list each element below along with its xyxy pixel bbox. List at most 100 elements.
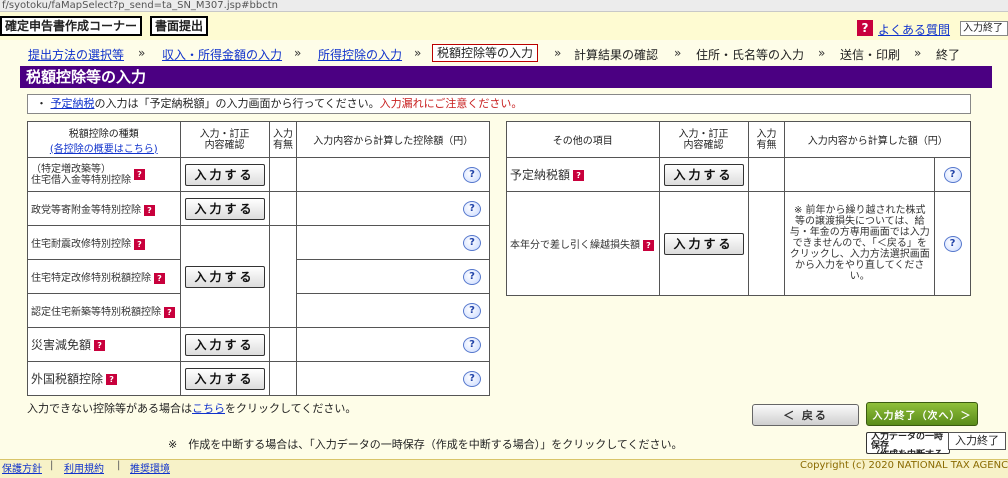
col-header-confirm: 入力・訂正 内容確認 xyxy=(658,121,749,158)
calc-help-icon[interactable]: ? xyxy=(463,268,481,285)
col-header-amount: 入力内容から計算した控除額（円） xyxy=(296,121,490,158)
help-mark-icon[interactable]: ? xyxy=(106,374,118,385)
row-label: （特定増改築等） 住宅借入金等特別控除? xyxy=(27,157,181,192)
step-income[interactable]: 収入・所得金額の入力 xyxy=(162,46,282,63)
row-label-text: 本年分で差し引く繰越損失額 xyxy=(510,240,640,251)
amount-cell: ? xyxy=(296,327,490,362)
step-finish: 終了 xyxy=(936,48,961,62)
notice-warning: 入力漏れにご注意ください。 xyxy=(379,97,523,110)
row-label-text: 住宅特定改修特別税額控除 xyxy=(31,273,151,284)
presence-cell xyxy=(268,361,298,396)
footnote-text: をクリックしてください。 xyxy=(225,402,357,415)
step-result: 計算結果の確認 xyxy=(574,48,659,62)
back-button[interactable]: ＜ 戻る xyxy=(752,404,859,426)
step-submission-method[interactable]: 提出方法の選択等 xyxy=(28,46,124,63)
help-mark-icon[interactable]: ? xyxy=(144,204,155,216)
notice-bullet: ・ xyxy=(36,97,47,110)
faq-link[interactable]: よくある質問 xyxy=(878,21,950,38)
click-here-link[interactable]: こちら xyxy=(192,402,225,415)
input-cell: 入力する xyxy=(658,157,749,192)
input-cell: 入力する xyxy=(179,191,270,226)
calc-help-icon[interactable]: ? xyxy=(463,166,481,183)
input-button-housing-loan[interactable]: 入力する xyxy=(184,163,265,186)
input-cell: 入力する xyxy=(179,225,270,328)
step-arrow: » xyxy=(414,46,422,60)
amount-cell xyxy=(784,157,936,192)
step-arrow: » xyxy=(554,46,562,60)
help-icon[interactable]: ? xyxy=(857,20,873,36)
calc-help-icon[interactable]: ? xyxy=(463,370,481,387)
address-bar[interactable]: f/syotoku/faMapSelect?p_send=ta_SN_M307.… xyxy=(0,0,1008,12)
step-send-print: 送信・印刷 xyxy=(840,48,901,62)
tooltip: 入力終了 xyxy=(948,432,1006,450)
calc-help-icon[interactable]: ? xyxy=(463,200,481,217)
finish-next-button[interactable]: 入力終了（次へ）＞ xyxy=(866,402,978,426)
calc-help-icon[interactable]: ? xyxy=(943,235,962,252)
help-mark-icon[interactable]: ? xyxy=(94,340,106,351)
notice-box: ・ 予定納税の入力は「予定納税額」の入力画面から行ってください。入力漏れにご注意… xyxy=(27,94,971,114)
col-header-confirm: 入力・訂正 内容確認 xyxy=(179,121,270,158)
calc-cell: ? xyxy=(934,191,971,296)
url-text: f/syotoku/faMapSelect?p_send=ta_SN_M307.… xyxy=(2,0,278,11)
calc-cell: ? xyxy=(934,157,971,192)
input-button-prepaid-tax[interactable]: 入力する xyxy=(663,163,744,186)
row-label: 政党等寄附金等特別控除? xyxy=(27,191,181,226)
help-mark-icon[interactable]: ? xyxy=(134,238,145,250)
row-label: 本年分で差し引く繰越損失額? xyxy=(506,191,660,296)
footer-link-environment[interactable]: 推奨環境 xyxy=(130,460,170,475)
faq-search-box[interactable]: 入力終了 xyxy=(960,21,1008,36)
temp-save-button[interactable]: 入力データの一時保存 （作成を中断する場合） xyxy=(866,432,950,454)
amount-cell: ? xyxy=(296,157,490,192)
calc-help-icon[interactable]: ? xyxy=(943,166,962,183)
presence-cell xyxy=(268,191,298,226)
input-button-disaster-relief[interactable]: 入力する xyxy=(184,333,265,356)
calc-help-icon[interactable]: ? xyxy=(463,336,481,353)
table-row: 外国税額控除? 入力する ? xyxy=(27,361,490,396)
row-label: 外国税額控除? xyxy=(27,361,181,396)
calc-help-icon[interactable]: ? xyxy=(463,302,481,319)
top-header: 確定申告書作成コーナー 書面提出 ? よくある質問 入力終了 xyxy=(0,12,1008,40)
help-mark-icon[interactable]: ? xyxy=(643,239,654,251)
help-mark-icon[interactable]: ? xyxy=(134,169,145,180)
row-label: 災害減免額? xyxy=(27,327,181,362)
table-row: 政党等寄附金等特別控除? 入力する ? xyxy=(27,191,490,226)
help-mark-icon[interactable]: ? xyxy=(154,272,165,284)
input-button-carryover-loss[interactable]: 入力する xyxy=(663,232,744,255)
row-label-text: 災害減免額 xyxy=(31,338,92,352)
row-label-text: 外国税額控除 xyxy=(31,372,104,386)
corner-title-button[interactable]: 確定申告書作成コーナー xyxy=(0,16,143,36)
footer-link-privacy[interactable]: 保護方針 xyxy=(2,460,42,475)
presence-cell xyxy=(268,225,298,328)
footer-separator: | xyxy=(50,460,54,471)
input-button-housing-renovation[interactable]: 入力する xyxy=(184,265,265,288)
col-header-item: その他の項目 xyxy=(506,121,660,158)
help-mark-icon[interactable]: ? xyxy=(164,306,175,318)
paper-submit-button[interactable]: 書面提出 xyxy=(150,16,209,36)
footer: 保護方針 | 利用規約 | 推奨環境 Copyright (c) 2020 NA… xyxy=(0,459,1008,478)
row-label: 認定住宅新築等特別税額控除? xyxy=(27,293,181,328)
col-header-type: 税額控除の種類 (各控除の概要はこちら) xyxy=(27,121,181,158)
input-cell: 入力する xyxy=(658,191,749,296)
header-text: 税額控除の種類 xyxy=(68,128,139,140)
help-mark-icon[interactable]: ? xyxy=(573,170,585,181)
col-header-presence: 入力 有無 xyxy=(747,121,786,158)
input-button-foreign-tax[interactable]: 入力する xyxy=(184,367,265,390)
other-items-table: その他の項目 入力・訂正 内容確認 入力 有無 入力内容から計算した額（円） 予… xyxy=(506,121,971,296)
footer-separator: | xyxy=(117,460,121,471)
row-label: 予定納税額? xyxy=(506,157,660,192)
table-row: 災害減免額? 入力する ? xyxy=(27,327,490,362)
step-deductions[interactable]: 所得控除の入力 xyxy=(318,46,402,63)
carryover-note: ※ 前年から繰り越された株式等の譲渡損失については、給与・年金の方専用画面では入… xyxy=(784,191,936,296)
calc-help-icon[interactable]: ? xyxy=(463,234,481,251)
table-row: （特定増改築等） 住宅借入金等特別控除? 入力する ? xyxy=(27,157,490,192)
step-arrow: » xyxy=(674,46,682,60)
credit-summary-link[interactable]: (各控除の概要はこちら) xyxy=(28,140,180,155)
row-label-text: 予定納税額 xyxy=(510,168,571,182)
prepaid-tax-link[interactable]: 予定納税 xyxy=(51,97,95,110)
table-row: 予定納税額? 入力する ? xyxy=(506,157,971,192)
presence-cell xyxy=(268,157,298,192)
footer-link-terms[interactable]: 利用規約 xyxy=(64,460,104,475)
input-button-political-donation[interactable]: 入力する xyxy=(184,197,265,220)
col-header-amount: 入力内容から計算した額（円） xyxy=(784,121,971,158)
step-arrow: » xyxy=(138,46,146,60)
